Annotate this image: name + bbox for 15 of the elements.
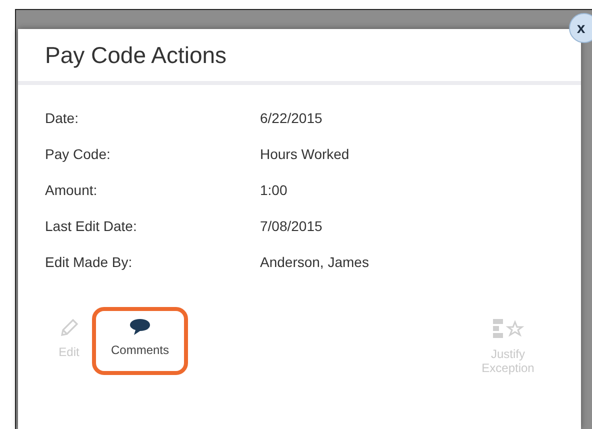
comments-button[interactable]: Comments [92,307,188,375]
field-value: Hours Worked [260,146,350,163]
field-label: Last Edit Date: [45,218,138,235]
field-label: Amount: [45,182,98,199]
field-value: 6/22/2015 [260,110,322,127]
dialog-title: Pay Code Actions [45,40,227,70]
pencil-icon [58,317,80,339]
field-label: Pay Code: [45,146,112,163]
field-label: Edit Made By: [45,254,134,271]
field-value: 1:00 [260,182,288,199]
field-value: Anderson, James [260,254,369,271]
field-value: 7/08/2015 [260,218,322,235]
field-label: Date: [45,110,80,127]
list-star-icon [491,317,525,341]
speech-bubble-icon [128,317,152,337]
